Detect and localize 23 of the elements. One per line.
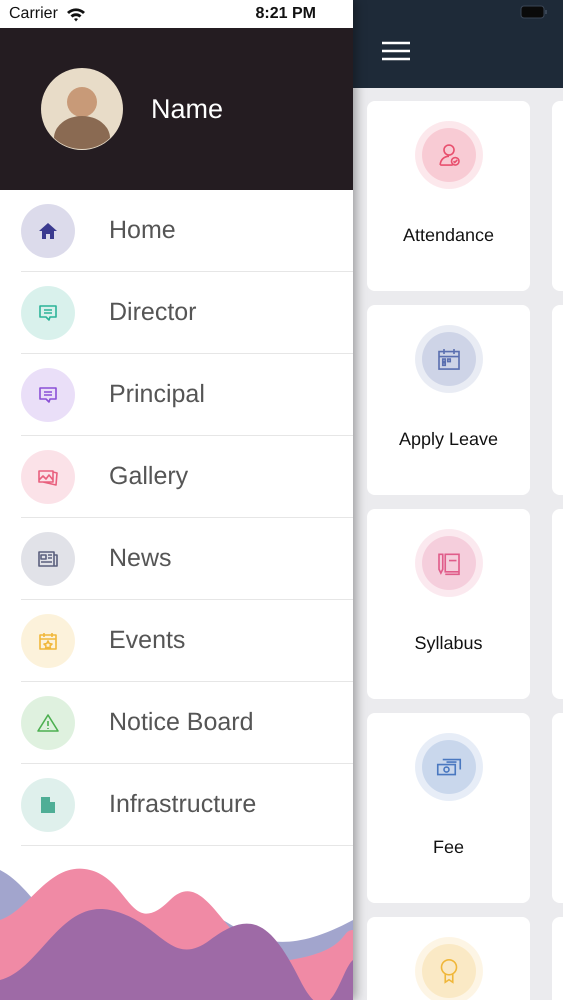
carrier-name: Carrier — [9, 5, 58, 23]
menu-item[interactable]: Events — [21, 600, 353, 682]
menu-item[interactable]: Notice Board — [21, 682, 353, 764]
avatar-icon — [41, 68, 123, 150]
battery-icon — [520, 5, 548, 19]
tile-label: Apply Leave — [398, 429, 498, 450]
menu-item[interactable]: Gallery — [21, 436, 353, 518]
tile-card[interactable]: Fee — [367, 713, 530, 903]
menu-item[interactable]: Infrastructure — [21, 764, 353, 846]
tile-card[interactable]: Apply Leave — [367, 305, 530, 495]
status-time: 8:21 PM — [256, 5, 316, 23]
tile-label: Fee — [432, 837, 464, 858]
profile-name: Name — [151, 94, 224, 124]
menu-button[interactable] — [382, 41, 410, 61]
tile-card[interactable]: Attendance — [367, 101, 530, 291]
menu-item[interactable]: Director — [21, 272, 353, 354]
menu-item[interactable]: News — [21, 518, 353, 600]
wifi-icon — [66, 6, 86, 22]
menu-item[interactable]: Principal — [21, 354, 353, 436]
tile-label: Attendance — [402, 225, 494, 246]
tile-card[interactable]: Syllabus — [367, 509, 530, 699]
menu-item[interactable]: Home — [21, 190, 353, 272]
tile-label: Syllabus — [414, 633, 483, 654]
